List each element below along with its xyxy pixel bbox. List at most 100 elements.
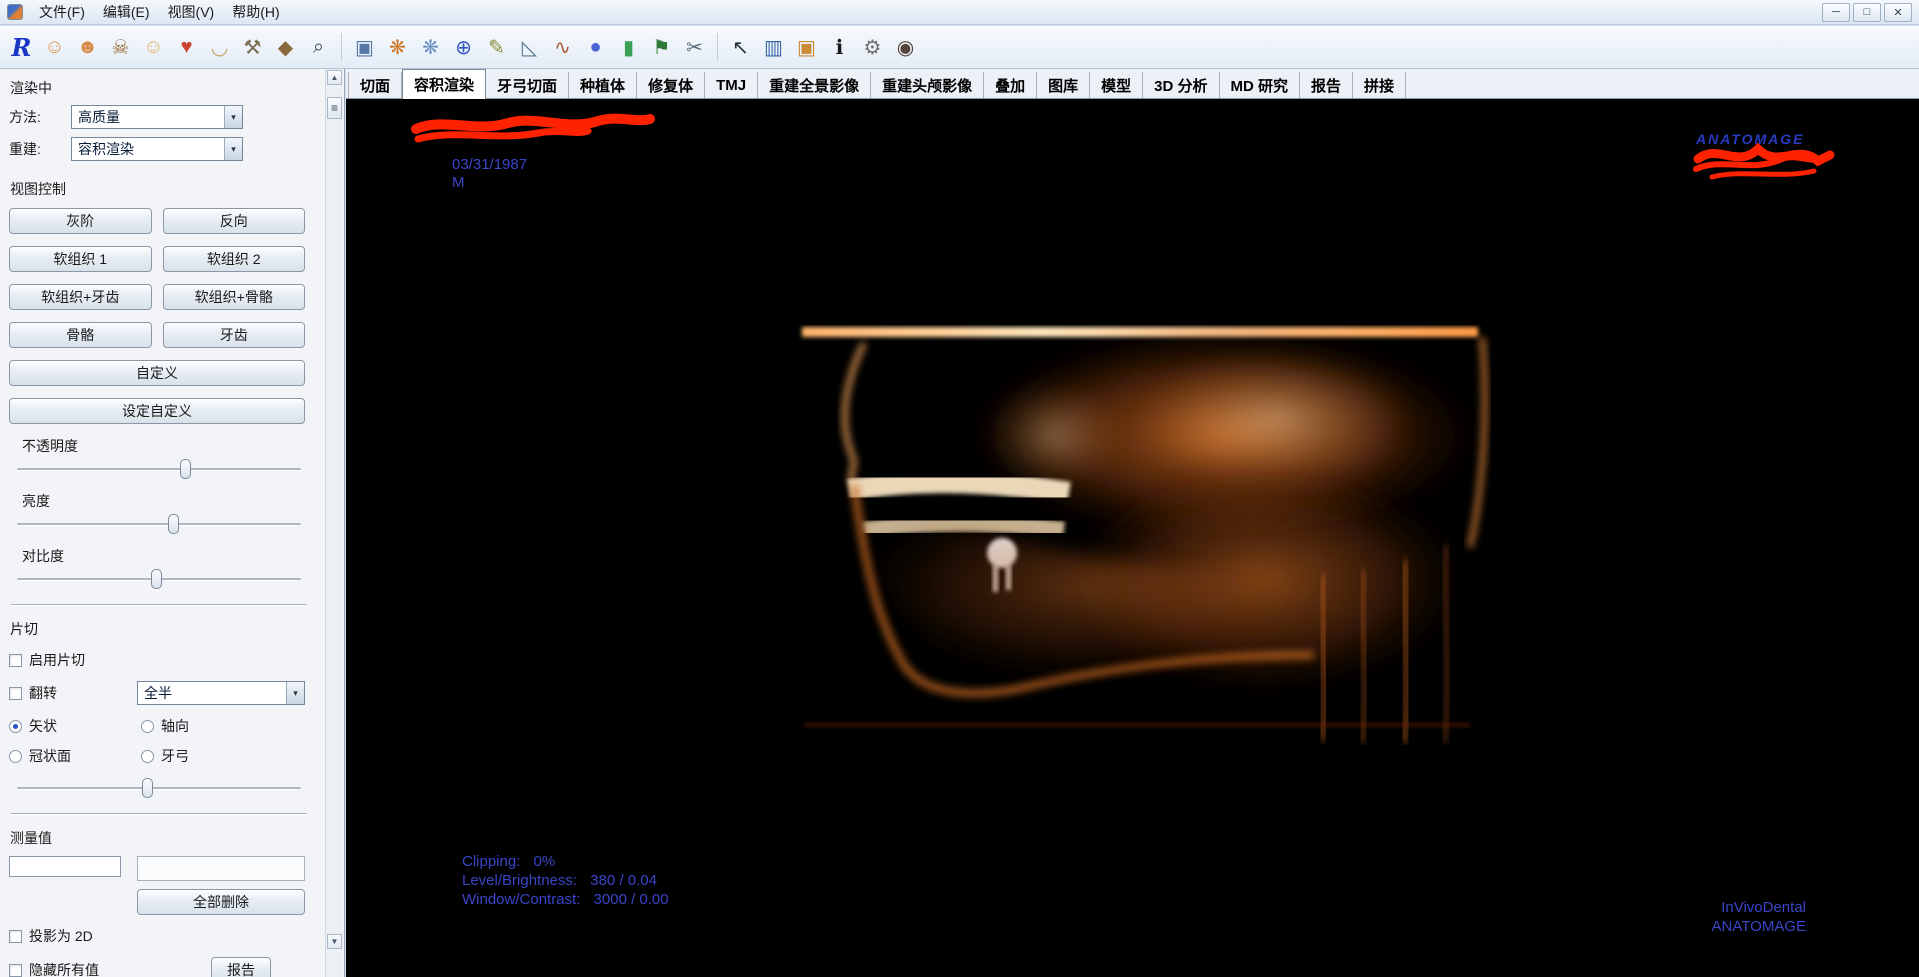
set-custom-button[interactable]: 设定自定义 (9, 398, 305, 424)
project-2d-checkbox[interactable] (9, 930, 22, 943)
enable-clipping-checkbox[interactable] (9, 654, 22, 667)
window-contrast-value: 3000 / 0.00 (594, 891, 669, 908)
sagittal-radio[interactable] (9, 720, 22, 733)
joints-icon[interactable]: ❋ (382, 32, 413, 63)
tab-tmj[interactable]: TMJ (705, 72, 758, 98)
hammer-icon[interactable]: ⚒ (237, 32, 268, 63)
tab-model[interactable]: 模型 (1090, 72, 1143, 98)
contrast-slider[interactable] (15, 567, 303, 591)
teeth-arch-icon[interactable]: ◡ (204, 32, 235, 63)
joints2-icon[interactable]: ❋ (415, 32, 446, 63)
tab-arch-section[interactable]: 牙弓切面 (486, 72, 569, 98)
menu-edit[interactable]: 编辑(E) (94, 0, 159, 24)
vertical-ruler-icon[interactable]: ▮ (613, 32, 644, 63)
ruler-pencil-icon[interactable]: ✎ (481, 32, 512, 63)
opacity-slider-thumb[interactable] (180, 459, 191, 479)
maximize-button[interactable]: □ (1853, 3, 1881, 22)
preset-grayscale-button[interactable]: 灰阶 (9, 208, 152, 234)
crosshair-icon[interactable]: ⊕ (448, 32, 479, 63)
arch-radio[interactable] (141, 750, 154, 763)
brightness-slider[interactable] (15, 512, 303, 536)
report-button[interactable]: 报告 (211, 957, 271, 977)
preset-teeth-button[interactable]: 牙齿 (163, 322, 306, 348)
preset-inverse-button[interactable]: 反向 (163, 208, 306, 234)
chevron-down-icon[interactable]: ▾ (286, 682, 304, 704)
face-photo-icon[interactable]: ☺ (39, 32, 70, 63)
flag-icon[interactable]: ⚑ (646, 32, 677, 63)
rebuild-dropdown[interactable]: 容积渲染 ▾ (71, 137, 243, 161)
skull-icon[interactable]: ☠ (105, 32, 136, 63)
preset-soft-tissue-2-button[interactable]: 软组织 2 (163, 246, 306, 272)
tab-restoration[interactable]: 修复体 (637, 72, 705, 98)
tab-implant[interactable]: 种植体 (569, 72, 637, 98)
flip-mode-dropdown[interactable]: 全半 ▾ (137, 681, 305, 705)
info-icon[interactable]: ℹ (824, 32, 855, 63)
chevron-down-icon[interactable]: ▾ (224, 106, 242, 128)
sidebar-scroll-down-button[interactable]: ▼ (327, 934, 342, 949)
monitor-icon[interactable]: ▣ (349, 32, 380, 63)
rebuild-dropdown-value: 容积渲染 (72, 139, 224, 159)
flip-checkbox[interactable] (9, 687, 22, 700)
measurement-note-input[interactable] (137, 856, 305, 881)
capture-icon[interactable]: ▣ (791, 32, 822, 63)
menu-file[interactable]: 文件(F) (30, 0, 94, 24)
tab-superimpose[interactable]: 叠加 (984, 72, 1037, 98)
chart-icon[interactable]: ▥ (758, 32, 789, 63)
coronal-label: 冠状面 (29, 746, 71, 766)
implant-cut-icon[interactable]: ✂ (679, 32, 710, 63)
cursor-icon[interactable]: ↖ (725, 32, 756, 63)
measurement-value-input[interactable] (9, 856, 121, 877)
tab-ceph[interactable]: 重建头颅影像 (871, 72, 984, 98)
sagittal-label: 矢状 (29, 716, 57, 736)
quality-dropdown[interactable]: 高质量 ▾ (71, 105, 243, 129)
coronal-radio[interactable] (9, 750, 22, 763)
hide-all-values-checkbox[interactable] (9, 964, 22, 977)
sidebar-scrollbar[interactable]: ▲ ≡ ▼ (325, 69, 343, 977)
rebuild-label: 重建: (9, 139, 71, 159)
chevron-down-icon[interactable]: ▾ (224, 138, 242, 160)
triangle-ruler-icon[interactable]: ◺ (514, 32, 545, 63)
clip-position-slider[interactable] (15, 776, 303, 800)
preset-soft-tissue-teeth-button[interactable]: 软组织+牙齿 (9, 284, 152, 310)
render-parameters-overlay: Clipping: 0% Level/Brightness: 380 / 0.0… (462, 852, 669, 909)
preset-soft-tissue-1-button[interactable]: 软组织 1 (9, 246, 152, 272)
tab-gallery[interactable]: 图库 (1037, 72, 1090, 98)
tab-section[interactable]: 切面 (348, 72, 402, 98)
axial-radio[interactable] (141, 720, 154, 733)
close-button[interactable]: ✕ (1884, 3, 1912, 22)
clip-position-slider-thumb[interactable] (142, 778, 153, 798)
camera-icon[interactable]: ◉ (890, 32, 921, 63)
menu-help[interactable]: 帮助(H) (223, 0, 288, 24)
sphere-comment-icon[interactable]: ● (580, 32, 611, 63)
delete-all-button[interactable]: 全部删除 (137, 889, 305, 915)
level-brightness-label: Level/Brightness: (462, 872, 577, 889)
slider-track (17, 523, 301, 526)
preset-soft-tissue-bone-button[interactable]: 软组织+骨骼 (163, 284, 306, 310)
tab-pano[interactable]: 重建全景影像 (758, 72, 871, 98)
zoom-icon[interactable]: ⌕ (303, 32, 334, 63)
opacity-label: 不透明度 (22, 436, 309, 456)
title-bar: 文件(F) 编辑(E) 视图(V) 帮助(H) ─ □ ✕ (0, 0, 1919, 25)
minimize-button[interactable]: ─ (1822, 3, 1850, 22)
opacity-slider[interactable] (15, 457, 303, 481)
contrast-slider-thumb[interactable] (151, 569, 162, 589)
r-logo-icon[interactable]: R (6, 32, 37, 63)
panel-menu-button[interactable]: ≡ (327, 97, 342, 119)
tab-stitch[interactable]: 拼接 (1353, 72, 1406, 98)
menu-view[interactable]: 视图(V) (159, 0, 224, 24)
face-profile-icon[interactable]: ☻ (72, 32, 103, 63)
tab-report[interactable]: 报告 (1300, 72, 1353, 98)
tools-icon[interactable]: ⚙ (857, 32, 888, 63)
brightness-slider-thumb[interactable] (168, 514, 179, 534)
tab-md-study[interactable]: MD 研究 (1220, 72, 1301, 98)
lips-icon[interactable]: ♥ (171, 32, 202, 63)
tab-volume-render[interactable]: 容积渲染 (402, 69, 486, 99)
face-render-icon[interactable]: ☺ (138, 32, 169, 63)
tab-3d-analysis[interactable]: 3D 分析 (1143, 72, 1219, 98)
cup-icon[interactable]: ◆ (270, 32, 301, 63)
preset-bone-button[interactable]: 骨骼 (9, 322, 152, 348)
volume-render-viewport[interactable]: 03/31/1987 M ANATOMAGE (346, 99, 1919, 977)
preset-custom-button[interactable]: 自定义 (9, 360, 305, 386)
curve-points-icon[interactable]: ∿ (547, 32, 578, 63)
sidebar-scroll-up-button[interactable]: ▲ (327, 70, 342, 85)
